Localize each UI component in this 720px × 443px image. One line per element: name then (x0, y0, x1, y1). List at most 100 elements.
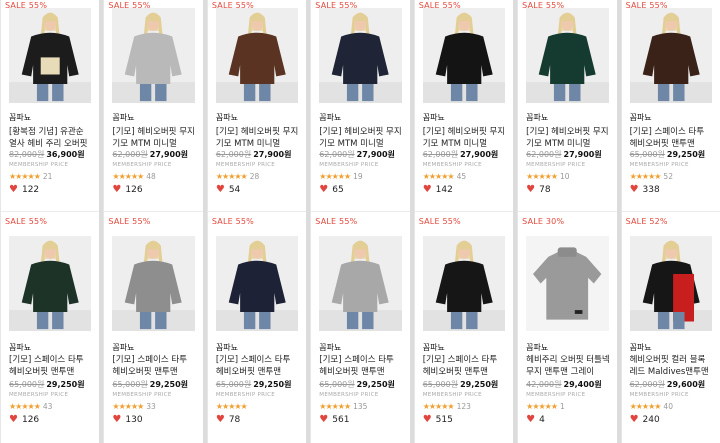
like-number: 54 (228, 184, 241, 195)
product-image[interactable] (422, 236, 506, 331)
product-card[interactable]: SALE 55% 꼼파뇨 [기모] 헤비오버핏 무지 기모 MTM 미니멀 62… (206, 0, 307, 216)
heart-icon[interactable]: ♥ (630, 184, 639, 195)
product-image[interactable] (9, 8, 92, 103)
like-count[interactable]: ♥ 122 (9, 184, 39, 195)
sale-price: 27,900원 (563, 150, 602, 159)
original-price: 62,000원 (215, 150, 252, 159)
heart-icon[interactable]: ♥ (630, 414, 639, 425)
product-card[interactable]: SALE 55% 꼼파뇨 [기모] 헤비오버핏 무지 기모 MTM 미니멀 62… (517, 0, 617, 216)
product-name[interactable]: 헤비오버핏 컬러 블록 레드 Maldives맨투맨 (630, 354, 714, 378)
product-name[interactable]: [기모] 스페이스 타투 헤비오버핏 맨투맨 (630, 126, 714, 150)
product-card[interactable]: SALE 55% 꼼파뇨 [기모] 스페이스 타투 헤비오버핏 맨투맨 65,0… (206, 216, 307, 443)
heart-icon[interactable]: ♥ (526, 414, 535, 425)
product-image[interactable] (112, 8, 195, 103)
heart-icon[interactable]: ♥ (112, 414, 121, 425)
product-image[interactable] (9, 236, 92, 331)
product-card[interactable]: SALE 52% 꼼파뇨 헤비오버핏 컬러 블록 레드 Maldives맨투맨 … (620, 216, 720, 443)
product-card[interactable]: SALE 55% 꼼파뇨 [기모] 스페이스 타투 헤비오버핏 맨투맨 65,0… (103, 216, 203, 443)
product-name[interactable]: [기모] 스페이스 타투 헤비오버핏 맨투맨 (423, 354, 507, 378)
brand-name[interactable]: 꼼파뇨 (319, 112, 341, 123)
brand-name[interactable]: 꼼파뇨 (526, 112, 548, 123)
stars-icon: ★★★★★ (422, 172, 455, 181)
product-card[interactable]: SALE 55% 꼼파뇨 [기모] 헤비오버핏 무지 기모 MTM 미니멀 62… (413, 0, 514, 216)
product-name[interactable]: [기모] 스페이스 타투 헤비오버핏 맨투맨 (319, 354, 403, 378)
stars-icon: ★★★★★ (629, 172, 662, 181)
review-count: 52 (663, 172, 673, 181)
sale-badge: SALE 52% (625, 217, 668, 226)
product-card[interactable]: SALE 55% 꼼파뇨 [기모] 스페이스 타투 헤비오버핏 맨투맨 65,0… (310, 216, 410, 443)
like-count[interactable]: ♥ 130 (112, 414, 142, 425)
product-image[interactable] (526, 8, 609, 103)
product-image[interactable] (526, 236, 609, 331)
like-count[interactable]: ♥ 78 (526, 184, 550, 195)
brand-name[interactable]: 꼼파뇨 (423, 342, 445, 353)
like-count[interactable]: ♥ 561 (319, 414, 349, 425)
price-line: 62,000원 29,600원 (630, 379, 706, 390)
brand-name[interactable]: 꼼파뇨 (9, 112, 31, 123)
heart-icon[interactable]: ♥ (9, 414, 18, 425)
brand-name[interactable]: 꼼파뇨 (112, 112, 134, 123)
stars-icon: ★★★★★ (629, 402, 662, 411)
product-image[interactable] (319, 8, 402, 103)
heart-icon[interactable]: ♥ (9, 184, 18, 195)
like-count[interactable]: ♥ 78 (216, 414, 240, 425)
heart-icon[interactable]: ♥ (319, 184, 328, 195)
product-card[interactable]: SALE 55% 꼼파뇨 [기모] 스페이스 타투 헤비오버핏 맨투맨 65,0… (413, 216, 514, 443)
brand-name[interactable]: 꼼파뇨 (319, 342, 341, 353)
heart-icon[interactable]: ♥ (423, 184, 432, 195)
product-image[interactable] (422, 8, 506, 103)
brand-name[interactable]: 꼼파뇨 (112, 342, 134, 353)
product-name[interactable]: [기모] 헤비오버핏 무지 기모 MTM 미니멀 (216, 126, 300, 150)
sale-badge: SALE 55% (418, 1, 461, 10)
product-image[interactable] (215, 236, 299, 331)
product-card[interactable]: SALE 55% 꼼파뇨 [기모] 스페이스 타투 헤비오버핏 맨투맨 65,0… (0, 216, 100, 443)
like-count[interactable]: ♥ 338 (630, 184, 660, 195)
brand-name[interactable]: 꼼파뇨 (630, 342, 652, 353)
star-rating: ★★★★★ 40 (630, 402, 673, 411)
like-count[interactable]: ♥ 126 (9, 414, 39, 425)
product-name[interactable]: 헤비주리 오버핏 터틀넥 무지 맨투맨 그레이 (526, 354, 610, 378)
product-image[interactable] (629, 236, 712, 331)
like-count[interactable]: ♥ 240 (630, 414, 660, 425)
product-image[interactable] (319, 236, 402, 331)
heart-icon[interactable]: ♥ (216, 184, 225, 195)
product-name[interactable]: [기모] 스페이스 타투 헤비오버핏 맨투맨 (216, 354, 300, 378)
like-count[interactable]: ♥ 142 (423, 184, 453, 195)
original-price: 65,000원 (9, 380, 45, 389)
product-card[interactable]: SALE 30% 꼼파뇨 헤비주리 오버핏 터틀넥 무지 맨투맨 그레이 42,… (517, 216, 617, 443)
product-card[interactable]: SALE 55% 꼼파뇨 [기모] 헤비오버핏 무지 기모 MTM 미니멀 62… (103, 0, 203, 216)
brand-name[interactable]: 꼼파뇨 (216, 342, 238, 353)
heart-icon[interactable]: ♥ (216, 414, 225, 425)
product-name[interactable]: [기모] 스페이스 타투 헤비오버핏 맨투맨 (112, 354, 196, 378)
heart-icon[interactable]: ♥ (112, 184, 121, 195)
like-count[interactable]: ♥ 4 (526, 414, 545, 425)
product-image[interactable] (112, 236, 195, 331)
original-price: 62,000원 (112, 150, 148, 159)
like-count[interactable]: ♥ 54 (216, 184, 240, 195)
product-name[interactable]: [기모] 헤비오버핏 무지 기모 MTM 미니멀 (526, 126, 610, 150)
brand-name[interactable]: 꼼파뇨 (423, 112, 445, 123)
like-count[interactable]: ♥ 515 (423, 414, 453, 425)
product-name[interactable]: [기모] 헤비오버핏 무지 기모 MTM 미니멀 (319, 126, 403, 150)
product-name[interactable]: [기모] 스페이스 타투 헤비오버핏 맨투맨 (9, 354, 93, 378)
product-card[interactable]: SALE 55% 꼼파뇨 [기모] 헤비오버핏 무지 기모 MTM 미니멀 62… (310, 0, 410, 216)
sale-badge: SALE 55% (211, 1, 254, 10)
brand-name[interactable]: 꼼파뇨 (526, 342, 548, 353)
like-count[interactable]: ♥ 126 (112, 184, 142, 195)
like-count[interactable]: ♥ 65 (319, 184, 343, 195)
product-name[interactable]: [황복점 기념] 유관순 열사 헤비 주리 오버핏 (9, 126, 93, 150)
heart-icon[interactable]: ♥ (423, 414, 432, 425)
brand-name[interactable]: 꼼파뇨 (9, 342, 31, 353)
heart-icon[interactable]: ♥ (319, 414, 328, 425)
product-name[interactable]: [기모] 헤비오버핏 무지 기모 MTM 미니멀 (423, 126, 507, 150)
brand-name[interactable]: 꼼파뇨 (630, 112, 652, 123)
heart-icon[interactable]: ♥ (526, 184, 535, 195)
product-name[interactable]: [기모] 헤비오버핏 무지 기모 MTM 미니멀 (112, 126, 196, 150)
product-card[interactable]: SALE 55% 꼼파뇨 [황복점 기념] 유관순 열사 헤비 주리 오버핏 8… (0, 0, 100, 216)
brand-name[interactable]: 꼼파뇨 (216, 112, 238, 123)
product-image[interactable] (215, 8, 299, 103)
membership-price-label: MEMBERSHIP PRICE (112, 162, 172, 168)
review-count: 45 (456, 172, 467, 181)
product-card[interactable]: SALE 55% 꼼파뇨 [기모] 스페이스 타투 헤비오버핏 맨투맨 65,0… (620, 0, 720, 216)
product-image[interactable] (629, 8, 712, 103)
